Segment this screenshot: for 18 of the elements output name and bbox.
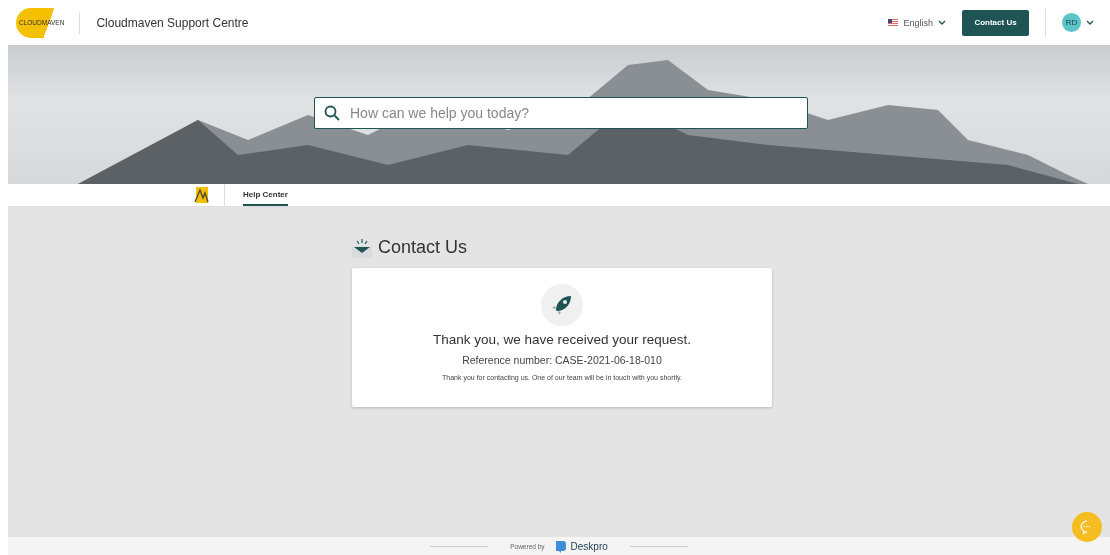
chevron-down-icon — [1086, 19, 1094, 26]
search-field[interactable]: How can we help you today? — [314, 97, 808, 129]
user-menu[interactable]: RD — [1062, 13, 1094, 32]
brand-icon[interactable] — [194, 186, 210, 204]
rocket-icon — [541, 284, 583, 326]
flag-icon — [888, 19, 899, 26]
avatar: RD — [1062, 13, 1081, 32]
reference-number: Reference number: CASE-2021-06-18-010 — [462, 354, 662, 366]
chevron-down-icon — [938, 19, 946, 26]
page-title: Contact Us — [378, 237, 468, 258]
search-icon — [324, 105, 340, 121]
envelope-icon — [352, 237, 372, 258]
language-selector[interactable]: English — [888, 17, 946, 28]
deskpro-logo-icon — [554, 539, 567, 553]
brand-name[interactable]: Deskpro — [570, 540, 608, 552]
site-title: Cloudmaven Support Centre — [96, 15, 249, 30]
contact-us-button[interactable]: Contact Us — [962, 9, 1029, 36]
confirmation-heading: Thank you, we have received your request. — [432, 332, 692, 347]
